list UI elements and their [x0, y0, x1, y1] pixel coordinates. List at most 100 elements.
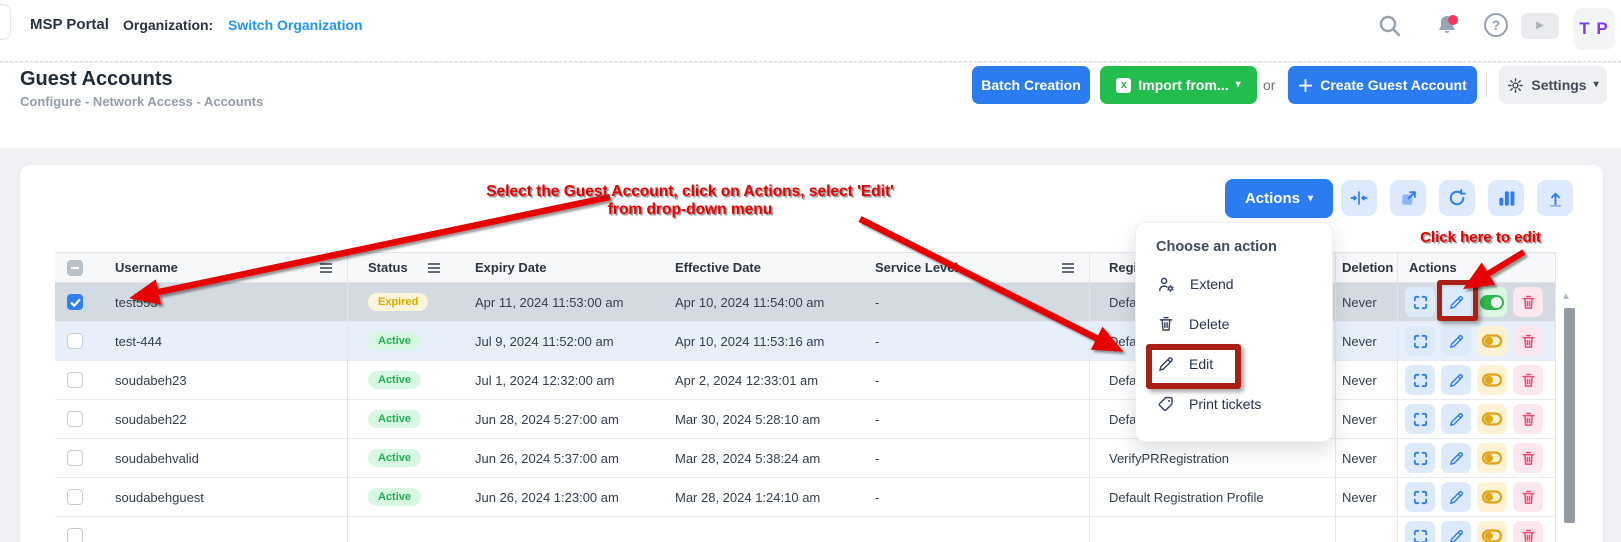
- column-menu-icon[interactable]: [427, 262, 441, 274]
- plus-icon: [1298, 78, 1313, 93]
- username-cell: soudabeh22: [95, 400, 348, 438]
- toggle-row-button[interactable]: [1477, 365, 1507, 395]
- delete-row-button[interactable]: [1513, 521, 1543, 542]
- delete-row-button[interactable]: [1513, 482, 1543, 512]
- table-row[interactable]: soudabehguest Active Jun 26, 2024 1:23:0…: [55, 478, 1556, 517]
- search-icon[interactable]: [1377, 13, 1403, 39]
- col-service-level[interactable]: Service Level: [875, 260, 958, 275]
- col-effective-date[interactable]: Effective Date: [675, 260, 761, 275]
- delete-row-button[interactable]: [1513, 365, 1543, 395]
- settings-button[interactable]: Settings ▾: [1499, 66, 1607, 104]
- item-icon: [1157, 395, 1175, 413]
- expand-row-button[interactable]: [1405, 482, 1435, 512]
- edit-row-button[interactable]: [1441, 482, 1471, 512]
- refresh-button[interactable]: [1439, 180, 1475, 216]
- dropdown-item-print-tickets[interactable]: Print tickets: [1136, 384, 1332, 424]
- notifications-bell-icon[interactable]: [1434, 13, 1460, 39]
- username-cell: soudabehvalid: [95, 439, 348, 477]
- import-from-button[interactable]: x Import from... ▾: [1100, 66, 1257, 104]
- edit-row-button[interactable]: [1441, 443, 1471, 473]
- help-icon[interactable]: ?: [1484, 13, 1508, 37]
- effective-date-cell: Apr 10, 2024 11:54:00 am: [665, 283, 865, 321]
- columns-button[interactable]: [1488, 180, 1524, 216]
- toggle-row-button[interactable]: [1477, 443, 1507, 473]
- delete-row-button[interactable]: [1513, 404, 1543, 434]
- dropdown-item-edit[interactable]: Edit: [1136, 344, 1332, 384]
- expiry-date-cell: Jun 26, 2024 5:37:00 am: [455, 439, 665, 477]
- status-badge: Active: [368, 449, 421, 467]
- expand-row-button[interactable]: [1405, 326, 1435, 356]
- actions-dropdown-button[interactable]: Actions ▾: [1225, 179, 1333, 218]
- create-guest-account-button[interactable]: Create Guest Account: [1288, 66, 1477, 104]
- item-icon: [1157, 275, 1176, 294]
- expand-row-button[interactable]: [1405, 443, 1435, 473]
- expand-row-button[interactable]: [1405, 521, 1435, 542]
- caret-down-icon: ▾: [1308, 194, 1313, 204]
- check-mark: [70, 298, 81, 307]
- col-expiry-date[interactable]: Expiry Date: [475, 260, 547, 275]
- expand-row-button[interactable]: [1405, 404, 1435, 434]
- trash-icon: [1520, 294, 1537, 311]
- table-row[interactable]: [55, 517, 1556, 542]
- refresh-icon: [1447, 188, 1467, 208]
- table-row[interactable]: soudabehvalid Active Jun 26, 2024 5:37:0…: [55, 439, 1556, 478]
- item-icon: [1157, 355, 1175, 373]
- toggle-row-button[interactable]: [1477, 326, 1507, 356]
- row-checkbox[interactable]: [67, 372, 83, 388]
- expiry-date-cell: Jul 1, 2024 12:32:00 am: [455, 361, 665, 399]
- edit-row-button[interactable]: [1441, 365, 1471, 395]
- scrollbar-up-arrow[interactable]: ▲: [1561, 291, 1571, 302]
- dropdown-item-extend[interactable]: Extend: [1136, 264, 1332, 304]
- row-actions-cell: [1398, 517, 1556, 542]
- column-menu-icon[interactable]: [319, 262, 333, 274]
- expand-row-button[interactable]: [1405, 365, 1435, 395]
- col-deletion[interactable]: Deletion: [1342, 260, 1393, 275]
- collapse-columns-button[interactable]: [1341, 180, 1377, 216]
- organization-label: Organization:: [123, 17, 213, 33]
- col-status[interactable]: Status: [368, 260, 408, 275]
- expand-icon: [1412, 528, 1429, 542]
- row-checkbox[interactable]: [67, 333, 83, 349]
- switch-organization-link[interactable]: Switch Organization: [228, 17, 363, 33]
- scrollbar-thumb[interactable]: [1564, 308, 1575, 523]
- toggle-row-button[interactable]: [1477, 521, 1507, 542]
- service-level-cell: -: [865, 283, 1090, 321]
- delete-row-button[interactable]: [1513, 287, 1543, 317]
- delete-row-button[interactable]: [1513, 443, 1543, 473]
- video-tour-icon[interactable]: ▶: [1521, 13, 1559, 39]
- select-all-checkbox[interactable]: [67, 260, 83, 276]
- col-username[interactable]: Username: [115, 260, 178, 275]
- registration-profile-cell: VerifyPRRegistration: [1090, 439, 1336, 477]
- status-badge: Active: [368, 332, 421, 350]
- expiry-date-cell: [455, 517, 665, 542]
- toggle-row-button[interactable]: [1477, 482, 1507, 512]
- row-checkbox[interactable]: [67, 450, 83, 466]
- row-checkbox[interactable]: [67, 489, 83, 505]
- toggle-row-button[interactable]: [1477, 287, 1507, 317]
- edit-row-button[interactable]: [1441, 287, 1471, 317]
- indeterminate-mark: [70, 263, 80, 273]
- edit-row-button[interactable]: [1441, 326, 1471, 356]
- pencil-icon: [1157, 355, 1175, 373]
- row-checkbox[interactable]: [67, 411, 83, 427]
- batch-creation-button[interactable]: Batch Creation: [972, 66, 1090, 104]
- gear-icon: [1507, 77, 1524, 94]
- row-checkbox[interactable]: [67, 294, 83, 310]
- status-badge: Active: [368, 371, 421, 389]
- pencil-icon: [1448, 294, 1465, 311]
- user-avatar[interactable]: T P: [1573, 8, 1615, 50]
- page-title: Guest Accounts: [20, 68, 173, 91]
- edit-row-button[interactable]: [1441, 404, 1471, 434]
- open-external-button[interactable]: [1390, 180, 1426, 216]
- trash-icon: [1520, 489, 1537, 506]
- dropdown-item-delete[interactable]: Delete: [1136, 304, 1332, 344]
- export-button[interactable]: [1537, 180, 1573, 216]
- app-title: MSP Portal: [30, 16, 109, 33]
- toggle-row-button[interactable]: [1477, 404, 1507, 434]
- column-menu-icon[interactable]: [1061, 262, 1075, 274]
- expand-row-button[interactable]: [1405, 287, 1435, 317]
- row-checkbox[interactable]: [67, 528, 83, 542]
- delete-row-button[interactable]: [1513, 326, 1543, 356]
- deletion-cell: Never: [1336, 322, 1398, 360]
- edit-row-button[interactable]: [1441, 521, 1471, 542]
